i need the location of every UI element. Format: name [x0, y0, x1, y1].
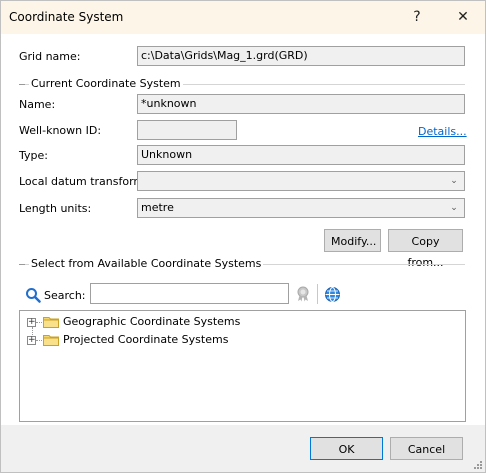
- globe-icon[interactable]: [324, 286, 341, 303]
- expand-plus-icon[interactable]: +: [27, 336, 36, 345]
- tree-item-projected[interactable]: + Projected Coordinate Systems: [20, 331, 460, 349]
- name-field[interactable]: *unknown: [137, 94, 465, 114]
- resize-grip-icon[interactable]: [473, 460, 483, 470]
- dialog-footer: OK Cancel: [1, 425, 485, 472]
- toolbar-divider: [317, 284, 318, 304]
- ok-button[interactable]: OK: [310, 437, 383, 460]
- chevron-down-icon: ⌄: [450, 203, 458, 213]
- help-button[interactable]: ?: [397, 1, 437, 34]
- coordinate-system-dialog: Coordinate System ? ✕ Grid name: c:\Data…: [0, 0, 486, 473]
- tree-connector: [32, 327, 33, 335]
- dialog-title: Coordinate System: [9, 10, 124, 24]
- tree-item-geographic[interactable]: + Geographic Coordinate Systems: [20, 313, 460, 331]
- current-cs-section-title: Current Coordinate System: [29, 77, 183, 90]
- grid-name-field[interactable]: c:\Data\Grids\Mag_1.grd(GRD): [137, 46, 465, 66]
- folder-icon: [43, 334, 59, 346]
- chevron-down-icon: ⌄: [450, 176, 458, 186]
- available-cs-section-title: Select from Available Coordinate Systems: [29, 257, 264, 270]
- current-cs-section: Current Coordinate System: [19, 78, 465, 90]
- grid-name-label: Grid name:: [19, 50, 81, 63]
- well-known-id-field[interactable]: [137, 120, 237, 140]
- search-input[interactable]: [90, 283, 289, 304]
- expand-plus-icon[interactable]: +: [27, 318, 36, 327]
- folder-icon: [43, 316, 59, 328]
- length-units-value: metre: [141, 201, 174, 214]
- certificate-icon[interactable]: [294, 285, 312, 303]
- dialog-content: Grid name: c:\Data\Grids\Mag_1.grd(GRD) …: [1, 34, 485, 425]
- title-bar: Coordinate System ? ✕: [1, 1, 485, 34]
- datum-transform-select[interactable]: ⌄: [137, 171, 465, 191]
- cancel-button[interactable]: Cancel: [390, 437, 463, 460]
- copy-from-button[interactable]: Copy from...: [388, 229, 463, 269]
- type-field[interactable]: Unknown: [137, 145, 465, 165]
- available-cs-section: Select from Available Coordinate Systems: [19, 258, 465, 270]
- tree-item-label: Projected Coordinate Systems: [63, 333, 229, 346]
- datum-transform-label: Local datum transform:: [19, 175, 148, 188]
- search-icon: [25, 287, 41, 303]
- tree-item-label: Geographic Coordinate Systems: [63, 315, 241, 328]
- details-link[interactable]: Details...: [418, 125, 467, 138]
- well-known-id-label: Well-known ID:: [19, 124, 102, 137]
- modify-button[interactable]: Modify...: [324, 229, 381, 252]
- length-units-label: Length units:: [19, 202, 92, 215]
- name-label: Name:: [19, 98, 56, 111]
- close-button[interactable]: ✕: [443, 1, 483, 34]
- length-units-select[interactable]: metre ⌄: [137, 198, 465, 218]
- type-label: Type:: [19, 149, 48, 162]
- coordinate-system-tree[interactable]: + Geographic Coordinate Systems + Projec…: [19, 310, 466, 422]
- search-label: Search:: [44, 289, 86, 302]
